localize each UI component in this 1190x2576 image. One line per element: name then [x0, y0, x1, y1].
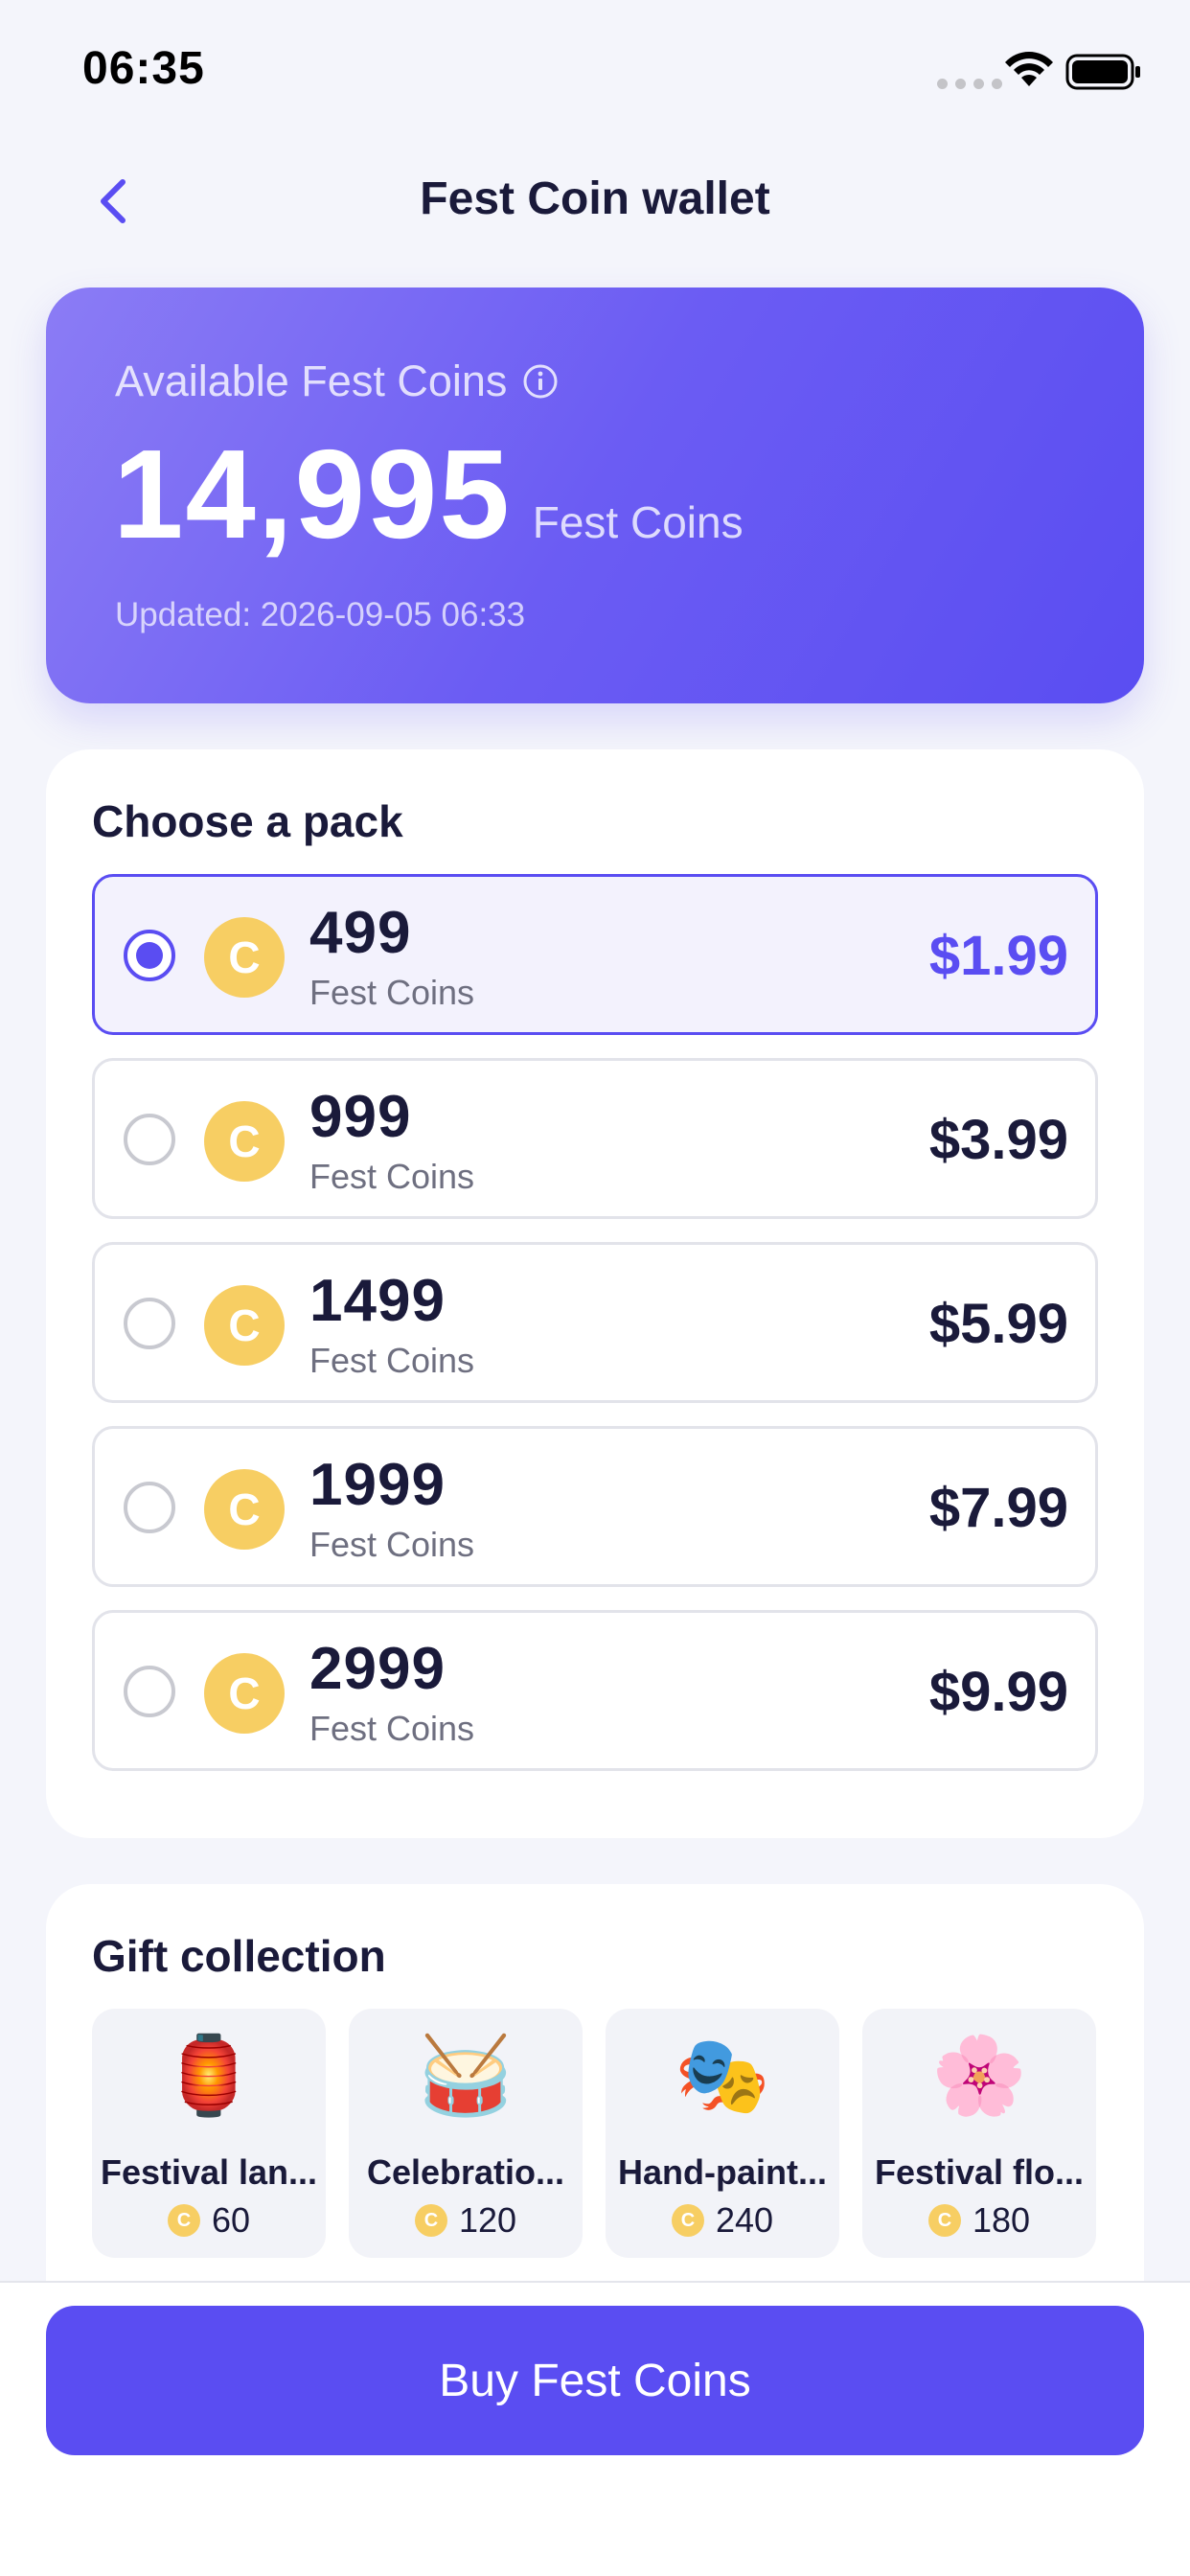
gift-price: C 240: [606, 2200, 839, 2241]
gift-price-value: 180: [972, 2200, 1031, 2240]
pack-price: $9.99: [928, 1661, 1068, 1723]
gift-grid: 🏮 Festival lan... C 60 🥁 Celebratio... C…: [92, 2009, 1096, 2258]
pack-selection-card: Choose a pack C 499 Fest Coins $1.99 C 9…: [46, 749, 1144, 1838]
pack-unit: Fest Coins: [309, 973, 475, 1012]
gift-item[interactable]: 🥁 Celebratio... C 120: [349, 2009, 583, 2258]
navigation-bar: Fest Coin wallet: [0, 144, 1190, 259]
theater-masks-icon: 🎭: [675, 2033, 770, 2118]
battery-icon: [1065, 54, 1140, 90]
pack-unit: Fest Coins: [309, 1709, 475, 1748]
pack-option-1999[interactable]: C 1999 Fest Coins $7.99: [92, 1426, 1098, 1587]
balance-value-row: 14,995 Fest Coins: [113, 431, 744, 558]
pack-price: $7.99: [928, 1477, 1068, 1539]
pack-amount: 1499: [309, 1268, 446, 1334]
radio-button[interactable]: [124, 1298, 175, 1349]
pack-option-499[interactable]: C 499 Fest Coins $1.99: [92, 874, 1098, 1035]
status-time: 06:35: [82, 43, 205, 94]
gift-price-value: 240: [715, 2200, 774, 2240]
pack-list: C 499 Fest Coins $1.99 C 999 Fest Coins …: [92, 874, 1098, 1794]
balance-label-row: Available Fest Coins: [115, 356, 559, 406]
pack-option-1499[interactable]: C 1499 Fest Coins $5.99: [92, 1242, 1098, 1403]
pack-unit: Fest Coins: [309, 1157, 475, 1196]
radio-button[interactable]: [124, 1482, 175, 1533]
pack-amount: 499: [309, 900, 412, 966]
flower-icon: 🌸: [931, 2033, 1027, 2118]
gift-collection-card: Gift collection 🏮 Festival lan... C 60 🥁…: [46, 1884, 1144, 2287]
pack-amount: 2999: [309, 1636, 446, 1702]
cellular-signal-icon: [937, 79, 1002, 89]
wallet-screen: 06:35 Fest Coin wallet Available Fest Co…: [0, 0, 1190, 2576]
gift-name: Festival flo...: [874, 2152, 1085, 2192]
coin-icon: C: [671, 2204, 704, 2237]
section-title-gifts: Gift collection: [92, 1931, 386, 1981]
pack-unit: Fest Coins: [309, 1341, 475, 1380]
coin-icon: C: [204, 1101, 285, 1182]
gift-name: Celebratio...: [366, 2152, 565, 2192]
balance-card: Available Fest Coins 14,995 Fest Coins U…: [46, 288, 1144, 703]
coin-icon: C: [414, 2204, 447, 2237]
coin-icon: C: [927, 2204, 961, 2237]
radio-button[interactable]: [124, 930, 175, 981]
info-icon[interactable]: [522, 363, 559, 400]
balance-unit: Fest Coins: [532, 497, 744, 547]
pack-unit: Fest Coins: [309, 1525, 475, 1564]
pack-price: $1.99: [928, 925, 1068, 987]
pack-price: $3.99: [928, 1109, 1068, 1171]
pack-option-999[interactable]: C 999 Fest Coins $3.99: [92, 1058, 1098, 1219]
section-title-packs: Choose a pack: [92, 796, 403, 846]
gift-price-value: 60: [211, 2200, 251, 2240]
coin-icon: C: [204, 1653, 285, 1734]
page-title: Fest Coin wallet: [420, 173, 770, 224]
lantern-icon: 🏮: [161, 2033, 257, 2118]
pack-amount: 1999: [309, 1452, 446, 1518]
gift-item[interactable]: 🎭 Hand-paint... C 240: [606, 2009, 839, 2258]
gift-price: C 60: [92, 2200, 326, 2241]
gift-item[interactable]: 🌸 Festival flo... C 180: [862, 2009, 1096, 2258]
balance-amount: 14,995: [113, 424, 512, 564]
coin-icon: C: [204, 1285, 285, 1366]
radio-button[interactable]: [124, 1666, 175, 1717]
balance-updated-timestamp: Updated: 2026-09-05 06:33: [115, 596, 526, 633]
status-bar: 06:35: [0, 0, 1190, 144]
pack-price: $5.99: [928, 1293, 1068, 1355]
pack-option-2999[interactable]: C 2999 Fest Coins $9.99: [92, 1610, 1098, 1771]
balance-label: Available Fest Coins: [115, 356, 508, 405]
drum-icon: 🥁: [418, 2033, 514, 2118]
bottom-action-bar: Buy Fest Coins: [0, 2281, 1190, 2576]
gift-price: C 180: [862, 2200, 1096, 2241]
coin-icon: C: [204, 1469, 285, 1550]
coin-icon: C: [167, 2204, 200, 2237]
gift-price-value: 120: [458, 2200, 517, 2240]
buy-fest-coins-button[interactable]: Buy Fest Coins: [46, 2306, 1144, 2455]
gift-name: Festival lan...: [100, 2152, 318, 2192]
gift-price: C 120: [349, 2200, 583, 2241]
coin-icon: C: [204, 917, 285, 998]
gift-name: Hand-paint...: [618, 2152, 827, 2192]
radio-button[interactable]: [124, 1114, 175, 1165]
gift-item[interactable]: 🏮 Festival lan... C 60: [92, 2009, 326, 2258]
wifi-icon: [1005, 52, 1053, 86]
pack-amount: 999: [309, 1084, 412, 1150]
